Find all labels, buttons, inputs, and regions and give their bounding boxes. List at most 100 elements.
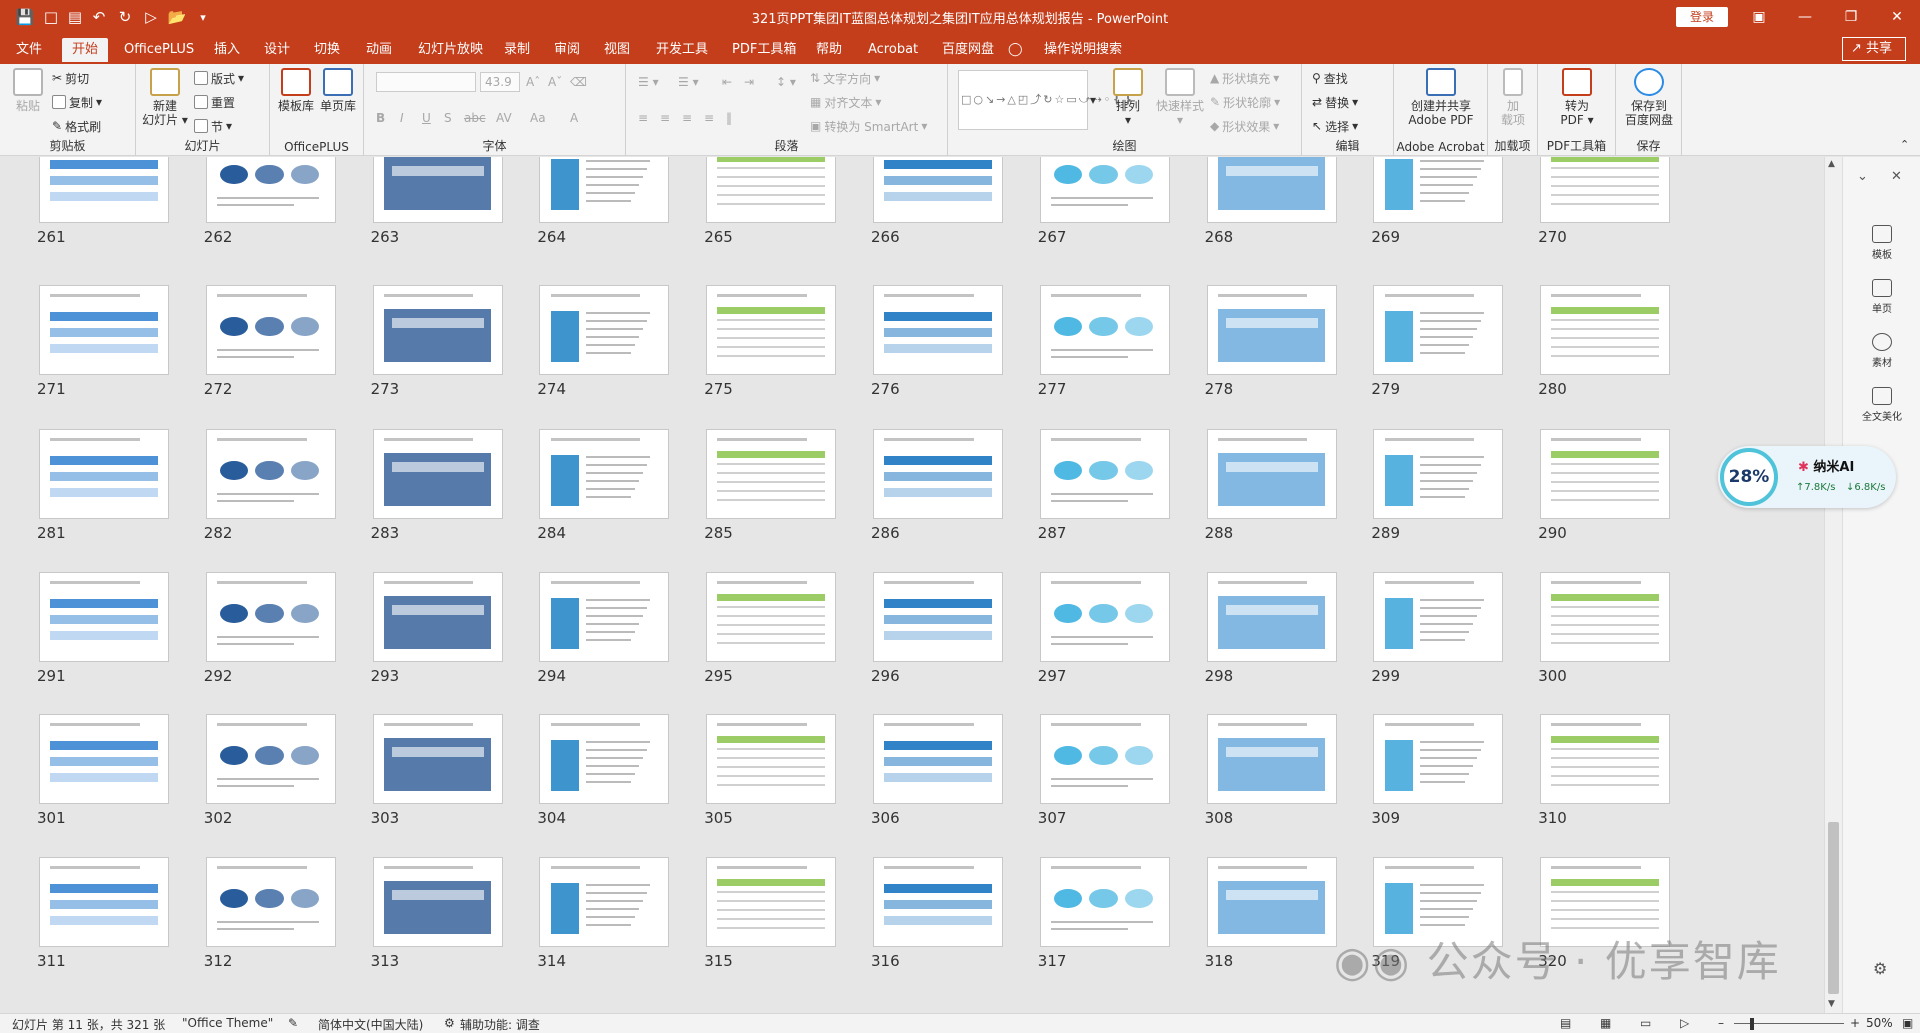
increase-indent-icon[interactable]: ⇥: [744, 72, 754, 92]
slide-thumbnail[interactable]: [1206, 857, 1337, 947]
new-file-icon[interactable]: □: [40, 6, 62, 28]
tab-officeplus[interactable]: OfficePLUS: [114, 38, 204, 62]
collapse-ribbon-icon[interactable]: ⌃: [1900, 134, 1909, 154]
reading-view-icon[interactable]: ▭: [1640, 1016, 1651, 1030]
slide-thumbnail[interactable]: [706, 714, 837, 804]
slide-thumbnail[interactable]: [39, 572, 169, 662]
slide-thumbnail[interactable]: [205, 572, 336, 662]
slide-thumbnail[interactable]: [706, 572, 837, 662]
font-size-combobox[interactable]: 43.9: [480, 72, 520, 92]
slide-thumbnail[interactable]: [372, 572, 503, 662]
tab-review[interactable]: 审阅: [544, 38, 590, 62]
tab-view[interactable]: 视图: [594, 38, 640, 62]
align-text-button[interactable]: ▦ 对齐文本 ▾: [810, 92, 881, 112]
new-slide-button[interactable]: 新建 幻灯片 ▾: [142, 68, 188, 127]
slide-thumbnail[interactable]: [1039, 572, 1170, 662]
align-right-icon[interactable]: ≡: [682, 108, 692, 128]
slide-thumbnail[interactable]: [205, 429, 336, 519]
clear-formatting-icon[interactable]: ⌫: [570, 72, 587, 92]
restore-icon[interactable]: ❐: [1828, 0, 1874, 34]
slide-thumbnail[interactable]: [39, 285, 169, 375]
reset-button[interactable]: 重置: [194, 92, 235, 112]
scroll-thumb[interactable]: [1828, 822, 1839, 994]
underline-button[interactable]: U: [422, 108, 431, 128]
slide-thumbnail[interactable]: [205, 714, 336, 804]
shapes-gallery[interactable]: □○↘→△◰⤴↻☆▭⤻⇢◦❴❵: [958, 70, 1133, 130]
slide-thumbnail[interactable]: [539, 285, 670, 375]
cut-button[interactable]: ✂ 剪切: [52, 68, 89, 88]
panel-close-icon[interactable]: ✕: [1891, 169, 1902, 184]
share-button[interactable]: ↗ 共享: [1842, 37, 1906, 61]
paste-button[interactable]: 粘贴: [8, 68, 48, 113]
format-painter-button[interactable]: ✎ 格式刷: [52, 116, 101, 136]
minimize-icon[interactable]: —: [1782, 0, 1828, 34]
strikethrough-button[interactable]: abc: [464, 108, 486, 128]
slide-thumbnail[interactable]: [539, 429, 670, 519]
accessibility-status[interactable]: 辅助功能: 调查: [460, 1016, 540, 1033]
tab-home[interactable]: 开始: [62, 38, 109, 62]
slide-thumbnail[interactable]: [706, 857, 837, 947]
slide-thumbnail[interactable]: [1206, 714, 1337, 804]
slide-thumbnail[interactable]: [1039, 157, 1170, 223]
font-shrink-icon[interactable]: Aˇ: [548, 72, 562, 92]
slide-thumbnail[interactable]: [706, 429, 837, 519]
slide-thumbnail[interactable]: [873, 857, 1003, 947]
slide-thumbnail[interactable]: [372, 714, 503, 804]
tab-file[interactable]: 文件: [6, 38, 52, 62]
columns-icon[interactable]: ‖: [726, 108, 732, 128]
select-button[interactable]: ↖ 选择 ▾: [1312, 116, 1358, 136]
scroll-up-icon[interactable]: ▲: [1828, 159, 1835, 169]
slide-thumbnail[interactable]: [1373, 157, 1504, 223]
print-preview-icon[interactable]: ▤: [64, 6, 86, 28]
slide-thumbnail[interactable]: [39, 157, 169, 223]
open-folder-icon[interactable]: 📂: [166, 6, 188, 28]
close-icon[interactable]: ✕: [1874, 0, 1920, 34]
slide-thumbnail[interactable]: [39, 714, 169, 804]
justify-icon[interactable]: ≡: [704, 108, 714, 128]
slide-thumbnail[interactable]: [706, 157, 837, 223]
fit-slide-icon[interactable]: ▣: [1902, 1016, 1913, 1030]
bullets-icon[interactable]: ☰ ▾: [638, 72, 659, 92]
slide-thumbnail[interactable]: [706, 285, 837, 375]
find-button[interactable]: ⚲ 查找: [1312, 68, 1348, 88]
decrease-indent-icon[interactable]: ⇤: [722, 72, 732, 92]
section-button[interactable]: 节 ▾: [194, 116, 232, 136]
slide-thumbnail[interactable]: [205, 157, 336, 223]
zoom-out-icon[interactable]: –: [1718, 1016, 1724, 1030]
settings-gear-icon[interactable]: ⚙: [1873, 959, 1887, 978]
shadow-button[interactable]: S: [444, 108, 452, 128]
quick-styles-button[interactable]: 快速样式 ▾: [1152, 68, 1208, 127]
char-spacing-button[interactable]: AV: [496, 108, 512, 128]
language-status[interactable]: 简体中文(中国大陆): [318, 1016, 423, 1033]
shape-fill-button[interactable]: ▲ 形状填充 ▾: [1210, 68, 1279, 88]
ribbon-display-icon[interactable]: ▣: [1736, 0, 1782, 34]
slide-thumbnail[interactable]: [1206, 572, 1337, 662]
slide-thumbnail[interactable]: [1039, 714, 1170, 804]
zoom-level[interactable]: 50%: [1866, 1016, 1893, 1030]
text-direction-button[interactable]: ⇅ 文字方向 ▾: [810, 68, 880, 88]
undo-icon[interactable]: ↶: [88, 6, 110, 28]
slide-thumbnail[interactable]: [1206, 157, 1337, 223]
change-case-button[interactable]: Aa: [530, 108, 546, 128]
addins-button[interactable]: 加载项: [1494, 68, 1532, 127]
arrange-button[interactable]: 排列 ▾: [1108, 68, 1148, 127]
align-left-icon[interactable]: ≡: [638, 108, 648, 128]
shape-outline-button[interactable]: ✎ 形状轮廓 ▾: [1210, 92, 1280, 112]
slide-thumbnail[interactable]: [1540, 429, 1671, 519]
slide-thumbnail[interactable]: [372, 157, 503, 223]
font-grow-icon[interactable]: Aˆ: [526, 72, 540, 92]
tab-animations[interactable]: 动画: [356, 38, 402, 62]
line-spacing-icon[interactable]: ↕ ▾: [776, 72, 796, 92]
slide-thumbnail[interactable]: [1373, 285, 1504, 375]
zoom-in-icon[interactable]: +: [1850, 1016, 1860, 1030]
slide-thumbnail[interactable]: [205, 857, 336, 947]
slideshow-start-icon[interactable]: ▷: [140, 6, 162, 28]
font-name-combobox[interactable]: [376, 72, 476, 92]
slide-thumbnail[interactable]: [873, 714, 1003, 804]
slide-thumbnail[interactable]: [873, 285, 1003, 375]
slide-thumbnail[interactable]: [1373, 572, 1504, 662]
slide-thumbnail[interactable]: [873, 572, 1003, 662]
slide-thumbnail[interactable]: [1039, 429, 1170, 519]
login-button[interactable]: 登录: [1676, 7, 1728, 27]
slide-thumbnail[interactable]: [1540, 572, 1671, 662]
